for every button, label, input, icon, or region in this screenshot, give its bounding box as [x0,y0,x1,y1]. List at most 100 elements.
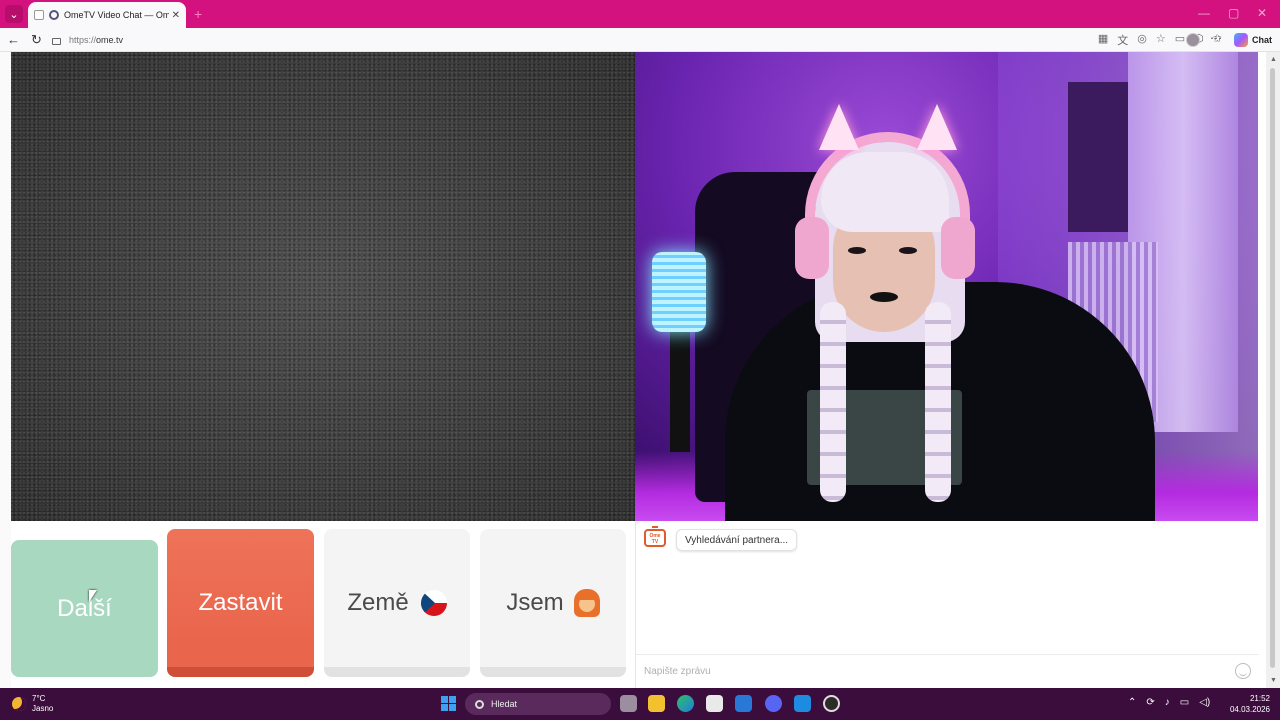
woman-emoji-icon [573,589,600,617]
video-window [1068,82,1128,232]
lock-icon [52,37,61,45]
volume-icon[interactable]: ◁) [1199,697,1210,708]
video-headphone-right [941,217,975,279]
video-eye-left [848,247,866,254]
weather-temperature: 7°C [32,694,46,703]
scroll-down-icon[interactable]: ▼ [1270,677,1277,684]
video-bangs [821,152,949,232]
video-headphone-left [795,217,829,279]
video-cat-ear-left [819,104,859,150]
weather-condition: Jasno [32,704,54,713]
url-domain: ome.tv [96,35,124,45]
country-button[interactable]: Země [324,529,470,677]
tab-favicon-icon [34,10,44,20]
media-icon[interactable]: ▭ [1175,32,1185,48]
copilot-icon [1234,33,1248,47]
store-icon[interactable] [706,695,723,712]
mouse-cursor-icon [89,590,97,602]
task-view-icon[interactable] [620,695,637,712]
maximize-icon[interactable]: ▢ [1228,6,1239,20]
video-braid-right [925,302,951,502]
taskbar-clock[interactable]: 21:52 04.03.2026 [1230,693,1270,715]
app-arrow-icon[interactable] [794,695,811,712]
clock-date: 04.03.2026 [1229,705,1270,714]
system-tray: ⌃ ⟳ ♪ ▭ ◁) [1128,697,1210,708]
address-bar: ← ↻ https:// ome.tv ▦ 文 ◎ ☆ ▭ ⬡ ✩ ⋯ Chat [0,28,1280,52]
active-tab[interactable]: OmeTV Video Chat — Omeg ✕ [28,2,186,28]
video-cat-ear-right [917,104,957,150]
page-margin [0,52,11,688]
video-braid-left [820,302,846,502]
app-icon[interactable]: ▦ [1098,32,1108,48]
cz-flag-icon [420,590,447,616]
gender-button-label: Jsem [506,589,564,616]
video-microphone [652,252,706,332]
copilot-chat-button[interactable]: Chat [1234,33,1272,47]
next-button[interactable]: Další [11,540,158,677]
taskbar-search-label: Hledat [491,699,518,709]
close-window-icon[interactable]: ✕ [1257,6,1267,20]
chat-input-bar [636,654,1259,688]
browser-titlebar: ⌄ OmeTV Video Chat — Omeg ✕ + — ▢ ✕ [0,0,1280,28]
taskbar-search[interactable]: Hledat [465,693,611,715]
stop-button[interactable]: Zastavit [167,529,314,677]
favorite-star-icon[interactable]: ☆ [1156,32,1166,48]
emoji-bangs [577,592,596,600]
tray-chevron-icon[interactable]: ⌃ [1128,697,1136,708]
back-icon[interactable]: ← [7,32,20,47]
translate-icon[interactable]: 文 [1117,32,1128,48]
new-tab-button[interactable]: + [194,6,202,22]
file-explorer-icon[interactable] [648,695,665,712]
logo-antenna [652,526,658,530]
stranger-video-static [11,52,635,521]
win-tile [441,704,448,711]
chat-message-input[interactable] [644,666,1204,677]
copilot-label: Chat [1252,35,1272,45]
discord-icon[interactable] [765,695,782,712]
ometv-logo-text: Ome TV [649,533,661,545]
chat-status-message: Vyhledávání partnera... [676,529,798,551]
weather-text: 7°C Jasno [32,694,53,714]
gender-button[interactable]: Jsem [480,529,626,677]
own-webcam-video [635,52,1258,521]
emoji-picker-icon[interactable] [1235,663,1251,679]
tab-actions-menu[interactable]: ⌄ [5,5,23,23]
clock-time: 21:52 [1249,694,1270,703]
obs-icon[interactable] [823,695,840,712]
search-icon [475,699,484,709]
win-tile [449,704,456,711]
stop-button-label: Zastavit [198,589,283,616]
page-content: Další Zastavit Země Jsem Ome TV Vyhledáv… [0,52,1280,688]
network-icon[interactable]: ▭ [1180,697,1189,708]
more-menu-icon[interactable]: ⋯ [1210,31,1222,45]
scroll-thumb[interactable] [1270,68,1275,668]
start-menu-icon[interactable] [441,696,456,711]
minimize-icon[interactable]: — [1198,6,1210,20]
next-button-label: Další [57,594,112,622]
win-tile [449,696,456,703]
tracking-icon[interactable]: ◎ [1137,32,1147,48]
profile-avatar[interactable] [1186,33,1200,47]
mail-icon[interactable] [735,695,752,712]
video-lips [870,292,898,302]
microphone-icon[interactable]: ♪ [1165,697,1170,708]
video-mic-stand [670,332,690,452]
scroll-up-icon[interactable]: ▲ [1270,56,1277,63]
tab-audio-icon [49,10,59,20]
tab-close-icon[interactable]: ✕ [172,10,180,21]
refresh-icon[interactable]: ↻ [31,32,42,48]
ometv-logo-icon: Ome TV [644,526,666,547]
weather-widget[interactable]: 7°C Jasno [12,694,53,714]
moon-icon [12,697,26,711]
country-button-label: Země [347,589,409,616]
chat-panel: Ome TV Vyhledávání partnera... [635,521,1259,688]
edge-browser-icon[interactable] [677,695,694,712]
win-tile [441,696,448,703]
sync-icon[interactable]: ⟳ [1146,697,1154,708]
windows-taskbar: 7°C Jasno Hledat ⌃ ⟳ ♪ ▭ ◁) 21:52 04.03.… [0,688,1280,720]
url-field[interactable]: https:// ome.tv [52,31,1152,49]
page-scrollbar[interactable]: ▲ ▼ [1266,52,1280,688]
tab-title: OmeTV Video Chat — Omeg [64,10,169,20]
address-bar-icons: ▦ 文 ◎ ☆ ▭ ⬡ ✩ [1098,32,1222,48]
chat-status-text: Vyhledávání partnera... [685,534,789,546]
